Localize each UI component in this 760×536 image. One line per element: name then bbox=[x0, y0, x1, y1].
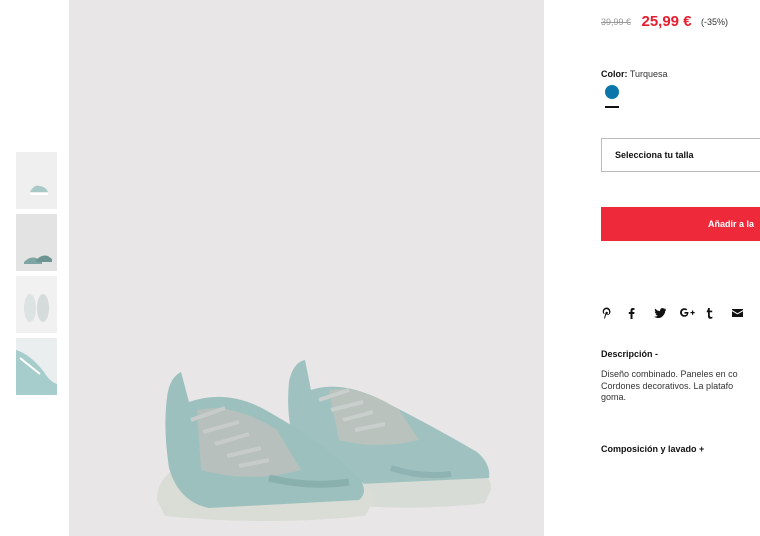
current-price: 25,99 € bbox=[641, 13, 692, 31]
twitter-icon[interactable] bbox=[654, 306, 672, 320]
pinterest-icon[interactable] bbox=[602, 306, 620, 320]
description-text: Diseño combinado. Paneles en co Cordones… bbox=[601, 369, 760, 404]
product-info-panel: 39,99 € 25,99 € (-35%) Color: Turquesa S… bbox=[601, 0, 760, 536]
color-value: Turquesa bbox=[629, 69, 668, 79]
color-label: Color: Turquesa bbox=[601, 69, 668, 79]
price-row: 39,99 € 25,99 € (-35%) bbox=[601, 13, 728, 31]
share-icons bbox=[602, 306, 758, 320]
add-to-cart-button[interactable]: Añadir a la bbox=[601, 207, 760, 241]
description-line-3: goma. bbox=[601, 392, 627, 402]
color-swatch-turquesa[interactable] bbox=[605, 85, 619, 99]
google-plus-icon[interactable] bbox=[680, 306, 698, 320]
selected-swatch-indicator bbox=[605, 106, 619, 108]
description-line-1: Diseño combinado. Paneles en co bbox=[601, 369, 738, 379]
email-icon[interactable] bbox=[732, 306, 750, 320]
old-price: 39,99 € bbox=[601, 16, 632, 27]
discount-badge: (-35%) bbox=[700, 16, 728, 27]
thumbnail-1[interactable] bbox=[16, 152, 57, 209]
size-select[interactable]: Selecciona tu talla bbox=[601, 138, 760, 172]
facebook-icon[interactable] bbox=[628, 306, 646, 320]
tumblr-icon[interactable] bbox=[706, 306, 724, 320]
composition-toggle[interactable]: Composición y lavado + bbox=[601, 444, 704, 454]
thumbnail-3[interactable] bbox=[16, 276, 57, 333]
thumbnail-4[interactable] bbox=[16, 338, 57, 395]
product-main-image[interactable] bbox=[69, 0, 544, 536]
thumbnail-list bbox=[16, 152, 57, 400]
thumbnail-2[interactable] bbox=[16, 214, 57, 271]
color-label-title: Color: bbox=[601, 69, 628, 79]
description-toggle[interactable]: Descripción - bbox=[601, 349, 658, 359]
description-line-2: Cordones decorativos. La platafo bbox=[601, 380, 734, 391]
